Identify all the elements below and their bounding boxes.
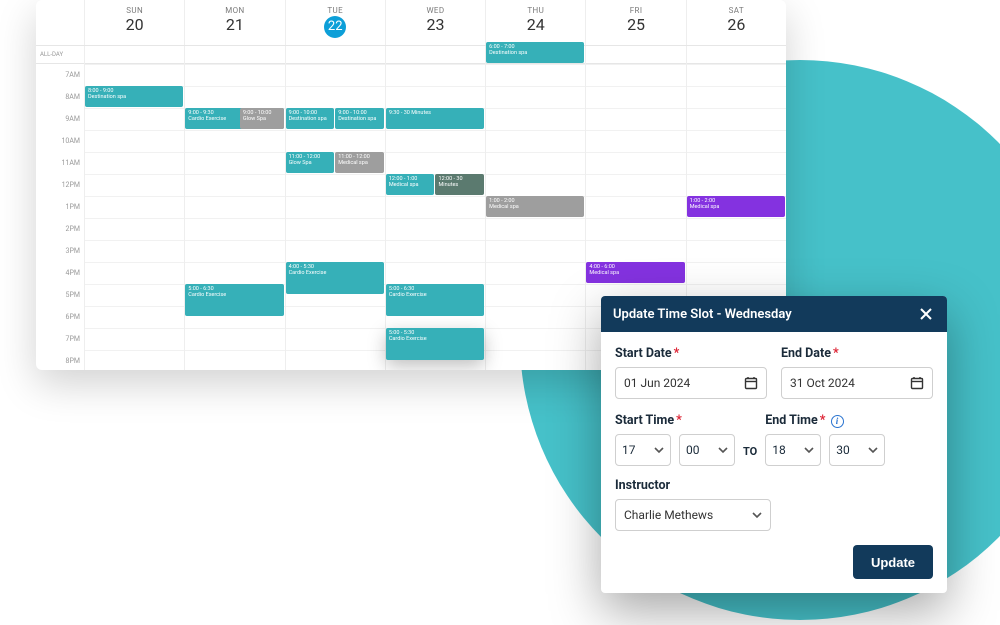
calendar-event[interactable]: 12:00 - 1:00Medical spa	[386, 174, 435, 195]
day-header-fri[interactable]: FRI25	[585, 0, 685, 45]
end-time-field: End Time* i 18 30	[765, 413, 885, 466]
dom: 20	[85, 15, 184, 34]
start-date-input[interactable]: 01 Jun 2024	[615, 367, 767, 399]
calendar-event[interactable]: 9:00 - 10:00Destination spa	[335, 108, 384, 129]
calendar-event[interactable]: 12:00 - 30 Minutes	[435, 174, 484, 195]
calendar-event[interactable]: 8:00 - 9:00Destination spa	[85, 86, 183, 107]
instructor-select[interactable]: Charlie Methews	[615, 499, 771, 531]
day-header-sun[interactable]: SUN20	[84, 0, 184, 45]
day-header-tue[interactable]: TUE22	[285, 0, 385, 45]
calendar-event[interactable]: 11:00 - 12:00Glow Spa	[286, 152, 335, 173]
chevron-down-icon	[804, 445, 814, 455]
calendar-event[interactable]: 5:00 - 6:30Cardio Exercise	[185, 284, 283, 316]
end-minute-select[interactable]: 30	[829, 434, 885, 466]
update-button[interactable]: Update	[853, 545, 933, 579]
start-minute-select[interactable]: 00	[679, 434, 735, 466]
all-day-row: ALL-DAY	[36, 46, 786, 64]
calendar-event[interactable]: 11:00 - 12:00Medical spa	[335, 152, 384, 173]
chevron-down-icon	[752, 510, 762, 520]
calendar-icon	[744, 376, 758, 390]
calendar-event[interactable]: 1:00 - 2:00Medical spa	[687, 196, 785, 217]
start-time-field: Start Time* 17 00	[615, 413, 735, 466]
end-date-field: End Date* 31 Oct 2024	[781, 346, 933, 399]
required-marker: *	[674, 346, 680, 361]
info-icon[interactable]: i	[831, 415, 844, 428]
day-header-thu[interactable]: THU24	[485, 0, 585, 45]
col-thu[interactable]: 6:00 - 7:00Destination spa1:00 - 2:00Med…	[485, 64, 585, 370]
all-day-label: ALL-DAY	[36, 46, 84, 64]
day-header-sat[interactable]: SAT26	[686, 0, 786, 45]
chevron-down-icon	[718, 445, 728, 455]
instructor-field: Instructor Charlie Methews	[615, 478, 933, 531]
calendar-event[interactable]: 5:00 - 5:30Cardio Exercise	[386, 328, 484, 360]
calendar-event[interactable]: 5:00 - 6:30Cardio Exercise	[386, 284, 484, 316]
end-hour-select[interactable]: 18	[765, 434, 821, 466]
chevron-down-icon	[868, 445, 878, 455]
col-tue[interactable]: 9:00 - 10:00Destination spa9:00 - 10:00D…	[285, 64, 385, 370]
col-mon[interactable]: 9:00 - 9:30Cardio Exercise9:00 - 10:00Gl…	[184, 64, 284, 370]
day-header-wed[interactable]: WED23	[385, 0, 485, 45]
calendar-event[interactable]: 4:00 - 5:30Cardio Exercise	[286, 262, 384, 294]
modal-title: Update Time Slot - Wednesday	[613, 307, 792, 322]
end-date-input[interactable]: 31 Oct 2024	[781, 367, 933, 399]
day-header-mon[interactable]: MON21	[184, 0, 284, 45]
start-date-field: Start Date* 01 Jun 2024	[615, 346, 767, 399]
calendar-event[interactable]: 6:00 - 7:00Destination spa	[486, 42, 584, 63]
calendar-event[interactable]: 4:00 - 6:00Medical spa	[586, 262, 684, 283]
hour-gutter: 7AM 8AM 9AM 10AM 11AM 12PM 1PM 2PM 3PM 4…	[36, 64, 84, 370]
calendar-icon	[910, 376, 924, 390]
calendar-event[interactable]: 1:00 - 2:00Medical spa	[486, 196, 584, 217]
dow: SUN	[85, 0, 184, 15]
calendar-event[interactable]: 9:00 - 10:00Glow Spa	[240, 108, 284, 129]
calendar-header: SUN20 MON21 TUE22 WED23 THU24 FRI25 SAT2…	[36, 0, 786, 46]
calendar-event[interactable]: 9:30 - 30 Minutes	[386, 108, 484, 129]
calendar-event[interactable]: 9:00 - 10:00Destination spa	[286, 108, 335, 129]
update-time-slot-modal: Update Time Slot - Wednesday Start Date*…	[601, 296, 947, 593]
col-sun[interactable]: 8:00 - 9:00Destination spa	[84, 64, 184, 370]
modal-header: Update Time Slot - Wednesday	[601, 296, 947, 332]
chevron-down-icon	[654, 445, 664, 455]
to-separator: TO	[743, 445, 757, 466]
close-icon[interactable]	[917, 305, 935, 323]
start-hour-select[interactable]: 17	[615, 434, 671, 466]
col-wed[interactable]: 9:30 - 30 Minutes 12:00 - 1:00Medical spa…	[385, 64, 485, 370]
